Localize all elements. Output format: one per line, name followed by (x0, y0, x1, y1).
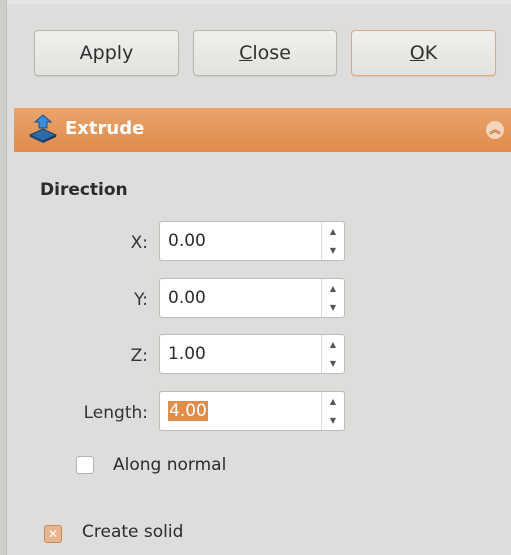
y-value: 0.00 (168, 288, 206, 308)
z-value: 1.00 (168, 344, 206, 364)
z-spin-down-icon[interactable]: ▼ (322, 354, 344, 373)
y-label: Y: (134, 290, 148, 310)
z-label: Z: (130, 346, 148, 366)
close-button-mnemonic: C (239, 42, 253, 64)
ok-button-mnemonic: O (409, 42, 425, 64)
length-spin-arrows: ▲ ▼ (321, 392, 344, 430)
direction-heading: Direction (40, 180, 128, 200)
ok-button-label: K (424, 42, 438, 64)
length-value: 4.00 (168, 401, 208, 421)
z-spin-arrows: ▲ ▼ (321, 335, 344, 373)
create-solid-label[interactable]: Create solid (82, 522, 183, 542)
window-left-edge (0, 0, 7, 555)
x-label: X: (130, 233, 148, 253)
apply-button[interactable]: Apply (34, 30, 179, 76)
x-spin-arrows: ▲ ▼ (321, 222, 344, 260)
y-spinbox[interactable]: 0.00 ▲ ▼ (159, 278, 345, 318)
collapse-icon[interactable]: ︽ (486, 121, 504, 139)
extrude-icon (28, 114, 58, 143)
window-top-edge (0, 0, 511, 4)
x-value: 0.00 (168, 231, 206, 251)
length-label: Length: (83, 403, 148, 423)
extrude-panel-header[interactable]: Extrude ︽ (14, 108, 511, 152)
x-spinbox[interactable]: 0.00 ▲ ▼ (159, 221, 345, 261)
apply-button-label: Apply (79, 42, 134, 64)
length-spin-up-icon[interactable]: ▲ (322, 392, 344, 411)
along-normal-checkbox[interactable] (76, 456, 94, 474)
panel-title: Extrude (65, 118, 145, 139)
close-button-label: lose (252, 42, 291, 64)
x-spin-down-icon[interactable]: ▼ (322, 241, 344, 260)
x-spin-up-icon[interactable]: ▲ (322, 222, 344, 241)
ok-button[interactable]: OK (351, 30, 496, 76)
z-spinbox[interactable]: 1.00 ▲ ▼ (159, 334, 345, 374)
along-normal-label[interactable]: Along normal (113, 455, 226, 475)
length-spinbox[interactable]: 4.00 ▲ ▼ (159, 391, 345, 431)
y-spin-arrows: ▲ ▼ (321, 279, 344, 317)
y-spin-up-icon[interactable]: ▲ (322, 279, 344, 298)
length-spin-down-icon[interactable]: ▼ (322, 411, 344, 430)
z-spin-up-icon[interactable]: ▲ (322, 335, 344, 354)
y-spin-down-icon[interactable]: ▼ (322, 298, 344, 317)
create-solid-checkbox[interactable]: ✕ (44, 525, 62, 543)
close-button[interactable]: Close (193, 30, 337, 76)
